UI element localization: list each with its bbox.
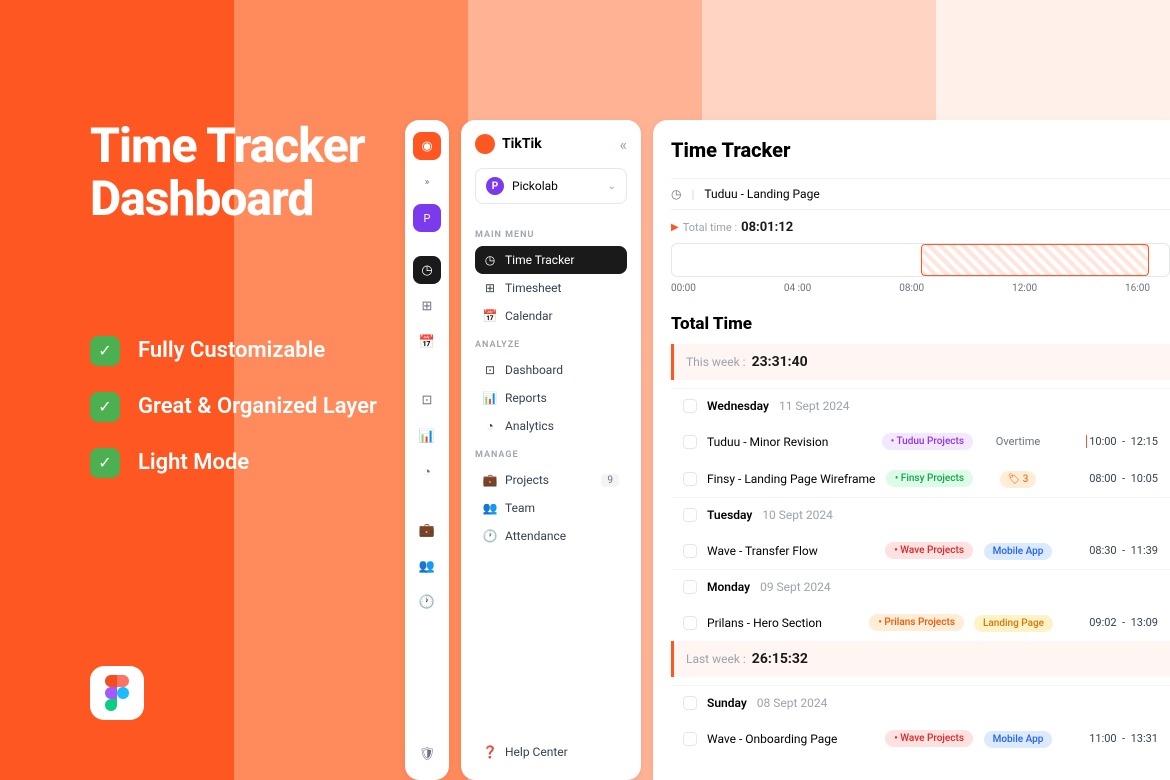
current-task-name: Tuduu - Landing Page <box>704 187 819 201</box>
team-rail-icon[interactable]: 👥 <box>413 552 441 580</box>
checkbox[interactable] <box>683 696 697 710</box>
section-header: MANAGE <box>475 450 627 460</box>
time-entry[interactable]: Finsy - Landing Page Wireframe• Finsy Pr… <box>671 460 1170 497</box>
day-header: Sunday08 Sept 2024 <box>671 685 1170 720</box>
current-task-bar: ◷ | Tuduu - Landing Page <box>671 178 1170 210</box>
nav-attendance[interactable]: 🕐Attendance <box>475 522 627 550</box>
main-content: Time Tracker ◷ | Tuduu - Landing Page ▶T… <box>653 120 1170 780</box>
promo-title: Time TrackerDashboard <box>90 120 377 226</box>
chevron-down-icon: ⌄ <box>608 181 616 192</box>
day-header: Wednesday11 Sept 2024 <box>671 388 1170 423</box>
timesheet-rail-icon[interactable]: ⊞ <box>413 292 441 320</box>
nav-timesheet[interactable]: ⊞Timesheet <box>475 274 627 302</box>
checkbox[interactable] <box>683 508 697 522</box>
time-entry[interactable]: Tuduu - Minor Revision• Tuduu ProjectsOv… <box>671 423 1170 460</box>
checkbox[interactable] <box>683 544 697 558</box>
time-entry[interactable]: Wave - Onboarding Page• Wave ProjectsMob… <box>671 720 1170 757</box>
time-entry[interactable]: Wave - Transfer Flow• Wave ProjectsMobil… <box>671 532 1170 569</box>
nav-projects[interactable]: 💼Projects9 <box>475 466 627 494</box>
reports-rail-icon[interactable]: 📊 <box>413 422 441 450</box>
nav-timetracker[interactable]: ◷Time Tracker <box>475 246 627 274</box>
nav-rail: ◉ » P ◷ ⊞ 📅 ⊡ 📊 ◔ 💼 👥 🕐 🛡 <box>405 120 449 780</box>
checkbox[interactable] <box>683 399 697 413</box>
day-header: Tuesday10 Sept 2024 <box>671 497 1170 532</box>
nav-analytics[interactable]: ◔Analytics <box>475 412 627 440</box>
check-icon: ✓ <box>90 336 120 366</box>
sidebar-logo: TikTik <box>475 134 542 154</box>
clock-icon: ◷ <box>671 187 681 201</box>
play-icon: ▶ <box>671 222 679 233</box>
sidebar: TikTik « P Pickolab ⌄ MAIN MENU ◷Time Tr… <box>461 120 641 780</box>
timeline: ▶Total time : 08:01:12 00:0004 :0008:001… <box>671 220 1170 294</box>
checkbox[interactable] <box>683 472 697 486</box>
feature-item: ✓Light Mode <box>90 448 377 478</box>
workspace-selector[interactable]: P Pickolab ⌄ <box>475 168 627 204</box>
timeline-block <box>921 244 1150 276</box>
nav-reports[interactable]: 📊Reports <box>475 384 627 412</box>
page-title: Time Tracker <box>671 138 1170 162</box>
dashboard-rail-icon[interactable]: ⊡ <box>413 386 441 414</box>
nav-dashboard[interactable]: ⊡Dashboard <box>475 356 627 384</box>
expand-icon[interactable]: » <box>413 168 441 196</box>
collapse-icon[interactable]: « <box>619 135 627 154</box>
time-entry[interactable]: Prilans - Hero Section• Prilans Projects… <box>671 604 1170 641</box>
checkbox[interactable] <box>683 435 697 449</box>
feature-item: ✓Great & Organized Layer <box>90 392 377 422</box>
shield-icon[interactable]: 🛡 <box>413 740 441 768</box>
brand-icon[interactable]: ◉ <box>413 132 441 160</box>
projects-rail-icon[interactable]: 💼 <box>413 516 441 544</box>
timer-rail-icon[interactable]: ◷ <box>413 256 441 284</box>
nav-calendar[interactable]: 📅Calendar <box>475 302 627 330</box>
check-icon: ✓ <box>90 448 120 478</box>
check-icon: ✓ <box>90 392 120 422</box>
timeline-track[interactable] <box>671 243 1170 277</box>
attendance-rail-icon[interactable]: 🕐 <box>413 588 441 616</box>
figma-icon <box>90 666 144 720</box>
checkbox[interactable] <box>683 732 697 746</box>
workspace-rail-icon[interactable]: P <box>413 204 441 232</box>
checkbox[interactable] <box>683 616 697 630</box>
week-banner: Last week :26:15:32 <box>671 641 1170 677</box>
calendar-rail-icon[interactable]: 📅 <box>413 328 441 356</box>
tag-icon: 🏷 3 <box>1000 471 1037 488</box>
week-banner: This week :23:31:40 <box>671 344 1170 380</box>
checkbox[interactable] <box>683 580 697 594</box>
promo-panel: Time TrackerDashboard ✓Fully Customizabl… <box>90 120 377 504</box>
nav-help[interactable]: ❓Help Center <box>475 738 627 766</box>
section-title: Total Time <box>671 314 1170 334</box>
section-header: ANALYZE <box>475 340 627 350</box>
analytics-rail-icon[interactable]: ◔ <box>413 458 441 486</box>
section-header: MAIN MENU <box>475 230 627 240</box>
feature-item: ✓Fully Customizable <box>90 336 377 366</box>
day-header: Monday09 Sept 2024 <box>671 569 1170 604</box>
nav-team[interactable]: 👥Team <box>475 494 627 522</box>
